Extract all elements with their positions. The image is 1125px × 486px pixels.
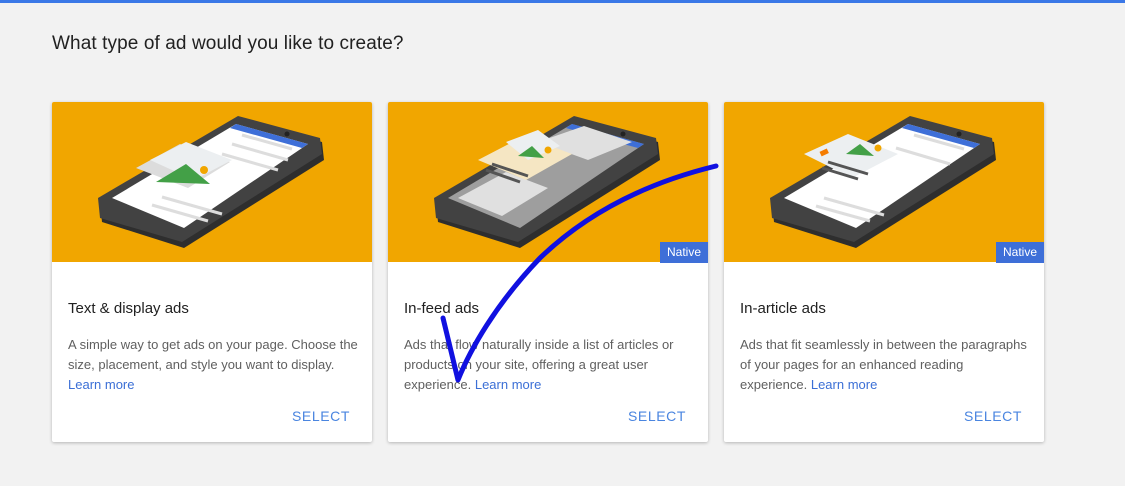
select-button[interactable]: SELECT [964,408,1022,424]
phone-infeed-ad-icon [434,116,660,248]
card-title: In-feed ads [404,300,480,317]
select-button[interactable]: SELECT [292,408,350,424]
learn-more-link[interactable]: Learn more [68,377,134,392]
card-description-text: Ads that fit seamlessly in between the p… [740,337,1027,392]
page-title: What type of ad would you like to create… [52,33,404,54]
ad-type-card-in-feed[interactable]: Native In-feed ads Ads that flow natural… [388,102,708,442]
phone-display-ad-icon [98,116,324,248]
top-accent-bar [0,0,1125,3]
native-badge: Native [995,242,1044,263]
card-description: Ads that fit seamlessly in between the p… [740,335,1030,395]
card-description: A simple way to get ads on your page. Ch… [68,335,358,395]
card-description-text: A simple way to get ads on your page. Ch… [68,337,358,372]
ad-type-card-in-article[interactable]: Native In-article ads Ads that fit seaml… [724,102,1044,442]
card-hero [724,102,1044,262]
learn-more-link[interactable]: Learn more [475,377,541,392]
card-hero [52,102,372,262]
card-hero [388,102,708,262]
native-badge: Native [659,242,708,263]
select-button[interactable]: SELECT [628,408,686,424]
card-description: Ads that flow naturally inside a list of… [404,335,694,395]
card-title: Text & display ads [68,300,189,317]
learn-more-link[interactable]: Learn more [811,377,877,392]
ad-type-card-text-display[interactable]: Text & display ads A simple way to get a… [52,102,372,442]
card-title: In-article ads [740,300,826,317]
phone-inarticle-ad-icon [770,116,996,248]
